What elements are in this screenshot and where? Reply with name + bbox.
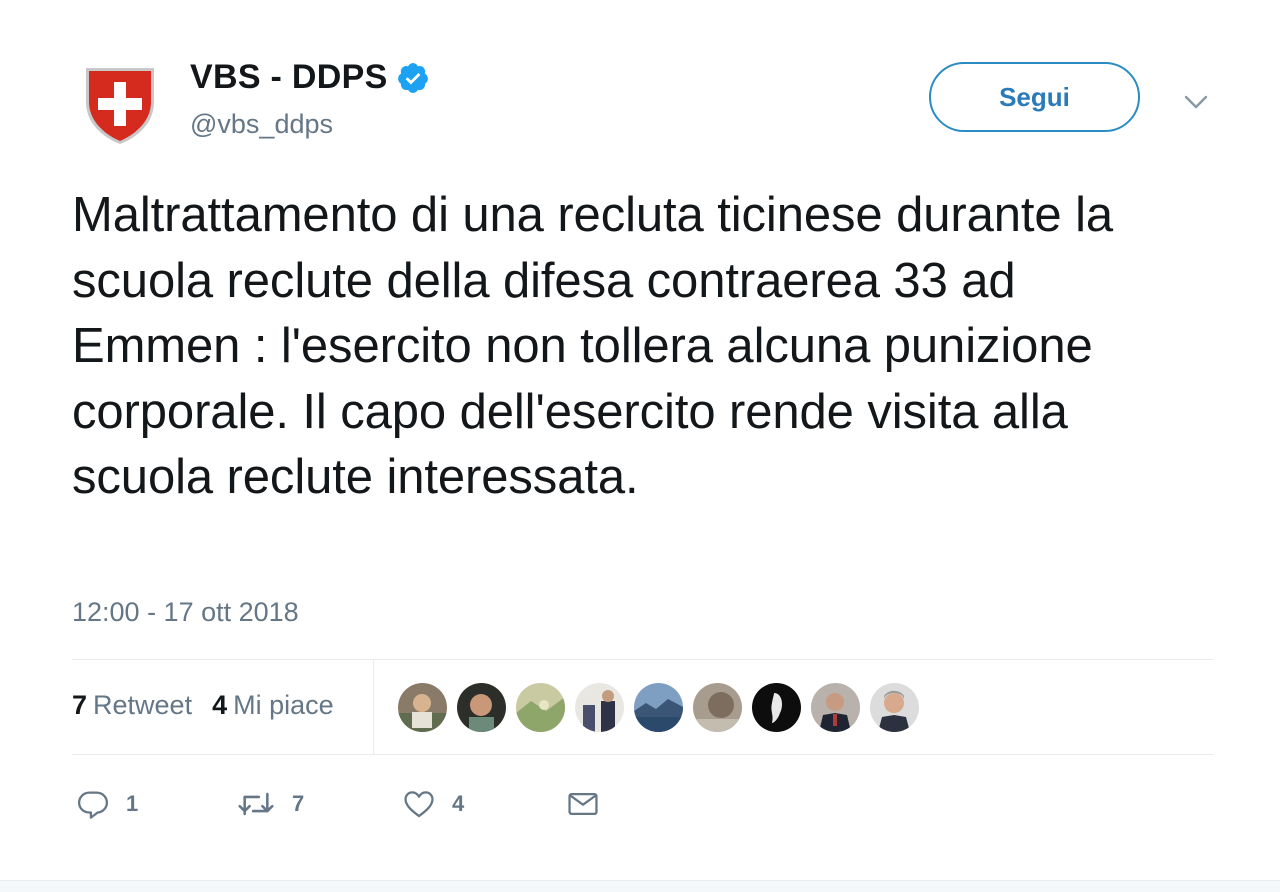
user-avatar-3[interactable] <box>516 683 565 732</box>
display-name[interactable]: VBS - DDPS <box>190 58 388 97</box>
tweet-timestamp[interactable]: 12:00 - 17 ott 2018 <box>72 597 299 628</box>
like-stat[interactable]: 4 Mi piace <box>212 690 334 721</box>
page-bottom-strip <box>0 880 1280 892</box>
retweet-stat-label: Retweet <box>93 690 193 720</box>
account-handle[interactable]: @vbs_ddps <box>190 109 333 140</box>
retweet-stat[interactable]: 7 Retweet <box>72 690 192 721</box>
tweet-card: VBS - DDPS @vbs_ddps Segui Maltrattament… <box>0 0 1280 880</box>
reply-icon <box>77 791 109 819</box>
tweet-stats: 7 Retweet 4 Mi piace <box>72 690 334 721</box>
user-avatar-6[interactable] <box>693 683 742 732</box>
like-stat-label: Mi piace <box>233 690 334 720</box>
user-avatar-5[interactable] <box>634 683 683 732</box>
verified-badge-icon <box>397 62 428 93</box>
direct-message-action[interactable] <box>566 784 600 824</box>
like-stat-count: 4 <box>212 690 228 720</box>
reply-action[interactable]: 1 <box>76 784 138 824</box>
retweet-stat-count: 7 <box>72 690 88 720</box>
envelope-icon <box>568 792 598 816</box>
user-avatar-7[interactable] <box>752 683 801 732</box>
account-avatar[interactable] <box>80 62 160 146</box>
like-count: 4 <box>452 791 465 816</box>
reply-count: 1 <box>126 791 139 816</box>
chevron-down-icon[interactable] <box>1182 90 1210 114</box>
tweet-text: Maltrattamento di una recluta ticinese d… <box>72 188 1114 505</box>
user-avatar-8[interactable] <box>811 683 860 732</box>
likers-avatars <box>398 683 919 732</box>
account-name-row: VBS - DDPS <box>190 58 430 97</box>
user-avatar-2[interactable] <box>457 683 506 732</box>
follow-button[interactable]: Segui <box>929 62 1140 132</box>
like-action[interactable]: 4 <box>402 784 464 824</box>
user-avatar-4[interactable] <box>575 683 624 732</box>
retweet-icon <box>238 792 274 816</box>
swiss-shield-icon <box>86 68 154 144</box>
divider <box>72 754 1213 755</box>
stats-divider <box>373 660 374 754</box>
retweet-count: 7 <box>292 791 305 816</box>
divider <box>72 659 1213 660</box>
user-avatar-1[interactable] <box>398 683 447 732</box>
heart-icon <box>404 791 434 818</box>
user-avatar-9[interactable] <box>870 683 919 732</box>
retweet-action[interactable]: 7 <box>236 784 304 824</box>
